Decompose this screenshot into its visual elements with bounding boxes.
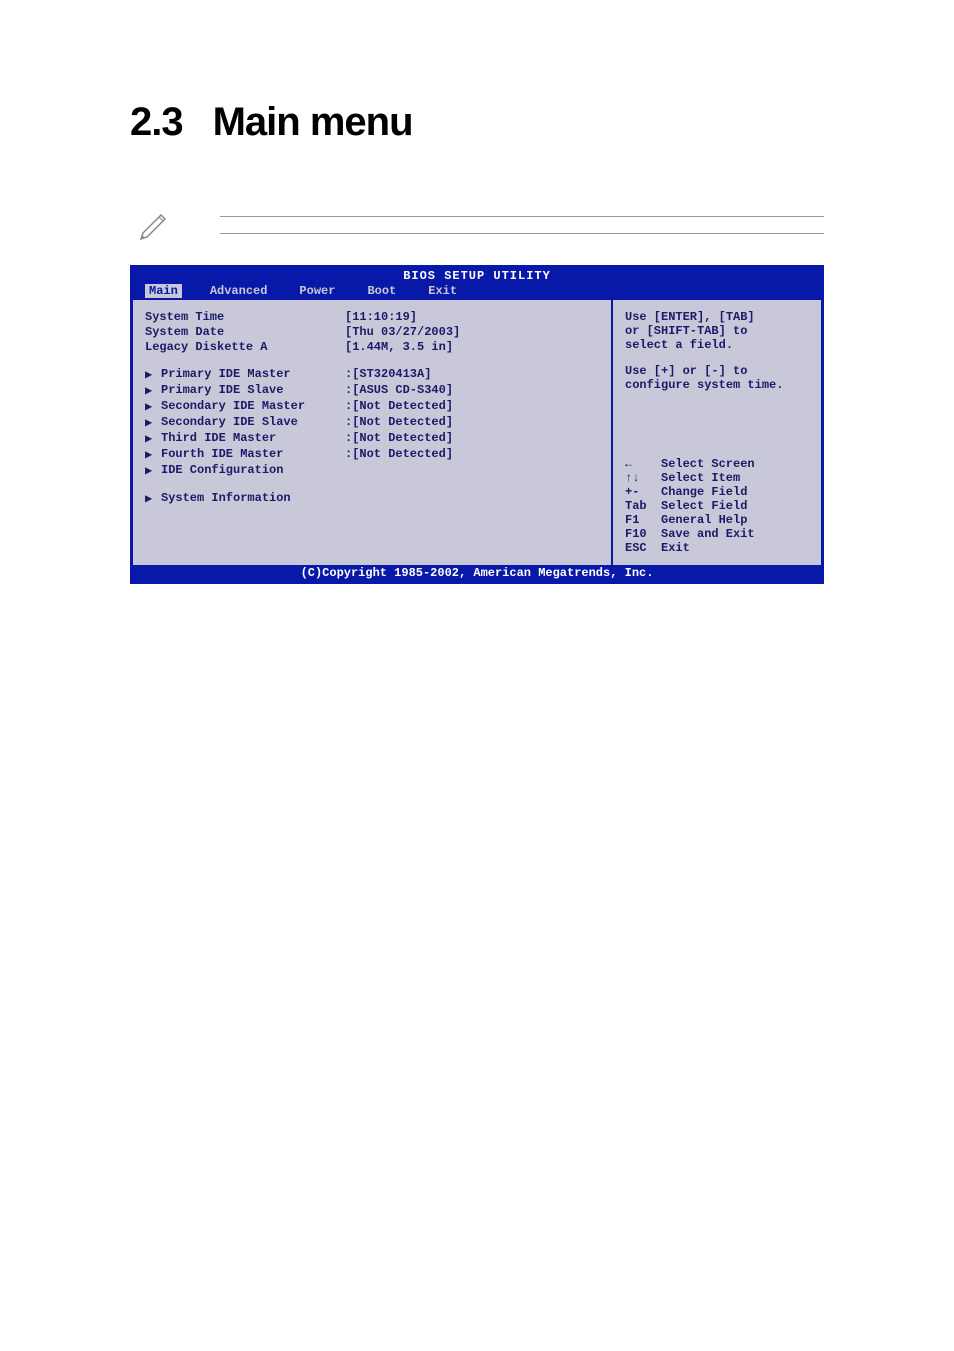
bios-submenu-row[interactable]: ▶ Primary IDE Master :[ST320413A] — [145, 367, 599, 382]
spacer — [145, 355, 599, 367]
bios-tab-advanced[interactable]: Advanced — [206, 284, 272, 298]
page-heading: 2.3 Main menu — [130, 100, 824, 145]
bios-help-text-1: Use [ENTER], [TAB] or [SHIFT-TAB] to sel… — [625, 310, 809, 352]
bios-submenu-value: :[Not Detected] — [345, 431, 453, 446]
bios-field-value: [Thu 03/27/2003] — [345, 325, 460, 339]
bios-submenu-row[interactable]: ▶ Fourth IDE Master :[Not Detected] — [145, 447, 599, 462]
bios-tab-main[interactable]: Main — [145, 284, 182, 298]
help-key-row: ← Select Screen — [625, 457, 755, 471]
bios-submenu-row[interactable]: ▶ Secondary IDE Slave :[Not Detected] — [145, 415, 599, 430]
help-line: configure system time. — [625, 378, 809, 392]
bios-footer: (C)Copyright 1985-2002, American Megatre… — [133, 565, 821, 581]
submenu-arrow-icon: ▶ — [145, 383, 161, 398]
bios-field-label: Legacy Diskette A — [145, 340, 345, 354]
bios-tab-power[interactable]: Power — [295, 284, 339, 298]
help-key-row: F10 Save and Exit — [625, 527, 755, 541]
bios-submenu-label: Secondary IDE Master — [161, 399, 345, 414]
help-key: ↑↓ — [625, 471, 661, 485]
bios-submenu-label: Fourth IDE Master — [161, 447, 345, 462]
submenu-arrow-icon: ▶ — [145, 431, 161, 446]
bios-body: System Time [11:10:19] System Date [Thu … — [133, 300, 821, 565]
help-key: ESC — [625, 541, 661, 555]
bios-submenu-row[interactable]: ▶ Primary IDE Slave :[ASUS CD-S340] — [145, 383, 599, 398]
spacer — [145, 507, 599, 519]
help-key-desc: Exit — [661, 541, 690, 555]
help-key-desc: Select Field — [661, 499, 747, 513]
bios-submenu-row[interactable]: ▶ System Information — [145, 491, 599, 506]
bios-field-value: [1.44M, 3.5 in] — [345, 340, 453, 354]
bios-tab-exit[interactable]: Exit — [424, 284, 461, 298]
bios-tab-boot[interactable]: Boot — [363, 284, 400, 298]
bios-submenu-label: Primary IDE Slave — [161, 383, 345, 398]
heading-title: Main menu — [213, 100, 413, 144]
bios-help-panel: Use [ENTER], [TAB] or [SHIFT-TAB] to sel… — [611, 300, 821, 565]
bios-submenu-value: :[Not Detected] — [345, 415, 453, 430]
spacer — [145, 519, 599, 531]
bios-screen: BIOS SETUP UTILITY Main Advanced Power B… — [130, 265, 824, 584]
bios-tab-bar: Main Advanced Power Boot Exit — [133, 284, 821, 300]
spacer — [145, 543, 599, 555]
bios-submenu-label: Third IDE Master — [161, 431, 345, 446]
bios-submenu-value: :[ST320413A] — [345, 367, 431, 382]
help-key-desc: Select Screen — [661, 457, 755, 471]
bios-field-row[interactable]: Legacy Diskette A [1.44M, 3.5 in] — [145, 340, 599, 354]
help-line: Use [+] or [-] to — [625, 364, 809, 378]
bios-submenu-row[interactable]: ▶ IDE Configuration — [145, 463, 599, 478]
submenu-arrow-icon: ▶ — [145, 491, 161, 506]
pencil-icon — [130, 205, 180, 245]
submenu-arrow-icon: ▶ — [145, 415, 161, 430]
bios-field-value: [11:10:19] — [345, 310, 417, 324]
submenu-arrow-icon: ▶ — [145, 367, 161, 382]
submenu-arrow-icon: ▶ — [145, 399, 161, 414]
help-key: ← — [625, 457, 661, 471]
note-text — [220, 216, 824, 234]
help-key-row: Tab Select Field — [625, 499, 755, 513]
spacer — [145, 479, 599, 491]
help-key-desc: Select Item — [661, 471, 740, 485]
help-key: F1 — [625, 513, 661, 527]
bios-submenu-value: :[ASUS CD-S340] — [345, 383, 453, 398]
bios-field-row[interactable]: System Time [11:10:19] — [145, 310, 599, 324]
bios-submenu-label: System Information — [161, 491, 345, 506]
bios-help-keys: ← Select Screen ↑↓ Select Item +- Change… — [625, 457, 755, 555]
help-key-row: F1 General Help — [625, 513, 755, 527]
bios-submenu-label: IDE Configuration — [161, 463, 345, 478]
bios-help-text-2: Use [+] or [-] to configure system time. — [625, 364, 809, 392]
help-key-row: +- Change Field — [625, 485, 755, 499]
submenu-arrow-icon: ▶ — [145, 463, 161, 478]
bios-submenu-value: :[Not Detected] — [345, 399, 453, 414]
bios-submenu-row[interactable]: ▶ Third IDE Master :[Not Detected] — [145, 431, 599, 446]
submenu-arrow-icon: ▶ — [145, 447, 161, 462]
help-key-row: ↑↓ Select Item — [625, 471, 755, 485]
bios-field-label: System Time — [145, 310, 345, 324]
help-line: select a field. — [625, 338, 809, 352]
spacer — [145, 531, 599, 543]
bios-title: BIOS SETUP UTILITY — [133, 268, 821, 284]
help-key-desc: General Help — [661, 513, 747, 527]
bios-submenu-row[interactable]: ▶ Secondary IDE Master :[Not Detected] — [145, 399, 599, 414]
help-key: +- — [625, 485, 661, 499]
help-line: or [SHIFT-TAB] to — [625, 324, 809, 338]
help-key-row: ESC Exit — [625, 541, 755, 555]
help-key-desc: Change Field — [661, 485, 747, 499]
bios-field-row[interactable]: System Date [Thu 03/27/2003] — [145, 325, 599, 339]
bios-submenu-label: Secondary IDE Slave — [161, 415, 345, 430]
help-key: F10 — [625, 527, 661, 541]
bios-field-label: System Date — [145, 325, 345, 339]
heading-number: 2.3 — [130, 100, 183, 144]
bios-submenu-label: Primary IDE Master — [161, 367, 345, 382]
bios-submenu-value: :[Not Detected] — [345, 447, 453, 462]
note-section — [130, 205, 824, 245]
bios-main-panel: System Time [11:10:19] System Date [Thu … — [133, 300, 611, 565]
help-key: Tab — [625, 499, 661, 513]
help-line: Use [ENTER], [TAB] — [625, 310, 809, 324]
help-key-desc: Save and Exit — [661, 527, 755, 541]
